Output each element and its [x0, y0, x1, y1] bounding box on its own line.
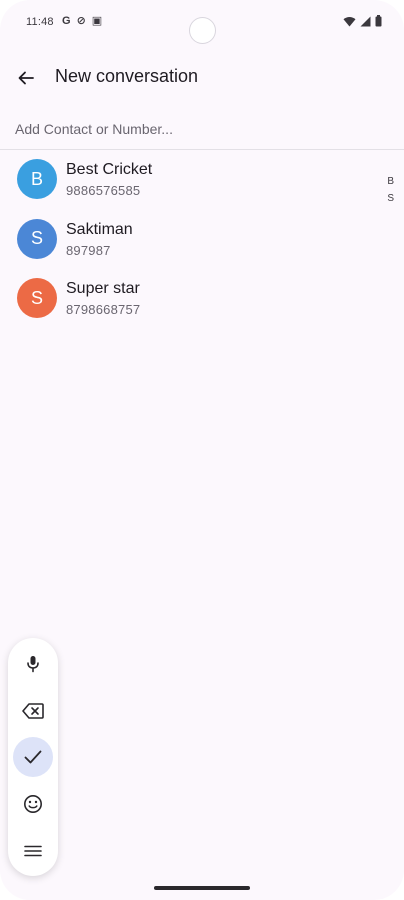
- status-bar: 11:48 G ⊘ ▣: [0, 0, 404, 46]
- contact-search-input[interactable]: [15, 118, 375, 140]
- contact-search-bar: [0, 110, 404, 150]
- avatar: S: [17, 278, 57, 318]
- contact-number: 8798668757: [66, 302, 141, 317]
- contact-name: Best Cricket: [66, 161, 153, 178]
- app-bar: New conversation: [0, 56, 404, 100]
- camera-cutout: [189, 17, 216, 44]
- notification-icon: ▣: [91, 15, 103, 27]
- contact-number: 897987: [66, 242, 111, 258]
- backspace-icon: [22, 703, 44, 719]
- status-notification-icons: G ⊘ ▣: [62, 15, 102, 27]
- checkmark-icon: [24, 750, 42, 764]
- backspace-button[interactable]: [13, 691, 53, 731]
- screen: 11:48 G ⊘ ▣ New conversation Add Contact…: [0, 0, 404, 900]
- status-time: 11:48: [26, 16, 54, 28]
- microphone-icon: [27, 656, 39, 673]
- contact-item-saktiman[interactable]: S Saktiman 897987: [0, 210, 370, 270]
- contact-item-super-star[interactable]: S Super star 8798668757: [0, 269, 370, 329]
- status-system-icons: [343, 15, 382, 27]
- signal-icon: [360, 16, 371, 26]
- do-not-disturb-icon: ⊘: [76, 15, 86, 27]
- battery-icon: [375, 15, 382, 27]
- contact-item-best-cricket[interactable]: B Best Cricket 9886576585: [0, 150, 370, 210]
- contact-list: B Best Cricket 9886576585 S Saktiman 897…: [0, 150, 370, 329]
- index-letter-b[interactable]: B: [387, 176, 394, 187]
- index-letter-s[interactable]: S: [387, 193, 394, 204]
- arrow-back-icon: [18, 71, 34, 85]
- gesture-navigation-bar[interactable]: [154, 886, 250, 890]
- done-button[interactable]: [13, 737, 53, 777]
- page-title: New conversation: [55, 66, 199, 86]
- contact-number: 9886576585: [66, 183, 141, 198]
- emoji-icon: [24, 795, 42, 813]
- alphabet-index[interactable]: B S: [387, 176, 394, 204]
- emoji-button[interactable]: [13, 784, 53, 824]
- google-icon: G: [62, 15, 71, 27]
- microphone-button[interactable]: [13, 644, 53, 684]
- avatar: B: [17, 159, 57, 199]
- avatar: S: [17, 218, 57, 259]
- wifi-icon: [343, 16, 356, 26]
- menu-button[interactable]: [13, 831, 53, 871]
- back-button[interactable]: [10, 62, 42, 94]
- contact-name: Super star: [66, 280, 140, 297]
- keyboard-toolbar: [8, 638, 58, 876]
- menu-icon: [24, 845, 42, 857]
- contact-name: Saktiman: [66, 220, 133, 238]
